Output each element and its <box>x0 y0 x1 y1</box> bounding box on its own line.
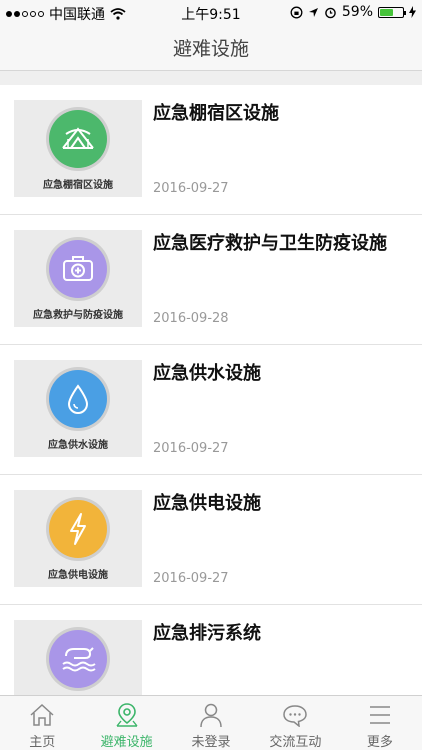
item-thumbnail: 应急救护与防疫设施 <box>14 230 142 327</box>
list-item[interactable]: 应急供电设施 应急供电设施 2016-09-27 <box>0 475 422 605</box>
item-date: 2016-09-27 <box>153 441 229 456</box>
user-icon <box>197 701 225 729</box>
tab-label: 交流互动 <box>269 735 322 750</box>
list-item[interactable]: 应急棚宿区设施 应急棚宿区设施 2016-09-27 <box>0 85 422 215</box>
item-title: 应急排污系统 <box>153 623 261 644</box>
item-date: 2016-09-27 <box>153 571 229 586</box>
navigation-bar: 避难设施 <box>0 24 422 71</box>
alarm-icon <box>325 7 336 18</box>
charging-icon <box>409 6 416 18</box>
item-date: 2016-09-27 <box>153 181 229 196</box>
item-thumbnail <box>14 620 142 695</box>
location-arrow-icon <box>308 7 318 17</box>
tab-label: 避难设施 <box>100 735 153 750</box>
thumbnail-label: 应急供水设施 <box>48 440 108 451</box>
tab-home[interactable]: 主页 <box>0 696 84 750</box>
item-date: 2016-09-28 <box>153 311 229 326</box>
page-title: 避难设施 <box>172 37 249 60</box>
battery-percent: 59% <box>341 4 373 20</box>
medical-kit-icon <box>49 240 107 298</box>
item-thumbnail: 应急供电设施 <box>14 490 142 587</box>
chat-icon <box>281 701 309 729</box>
location-pin-icon <box>113 701 141 729</box>
item-title: 应急棚宿区设施 <box>153 103 279 124</box>
thumbnail-label: 应急供电设施 <box>48 570 108 581</box>
battery-icon <box>378 6 406 18</box>
facility-list: 应急棚宿区设施 应急棚宿区设施 2016-09-27 应急救护与防疫设施 应急医… <box>0 85 422 695</box>
rotation-lock-icon <box>290 6 303 18</box>
list-item[interactable]: 应急供水设施 应急供水设施 2016-09-27 <box>0 345 422 475</box>
sewage-icon <box>49 630 107 688</box>
home-icon <box>28 701 56 729</box>
thumbnail-label: 应急救护与防疫设施 <box>33 310 123 321</box>
item-title: 应急供水设施 <box>153 363 261 384</box>
thumbnail-label: 应急棚宿区设施 <box>43 180 113 191</box>
tab-label: 主页 <box>29 735 56 750</box>
item-title: 应急医疗救护与卫生防疫设施 <box>153 233 387 254</box>
tab-bar: 主页 避难设施 未登录 交流互动 更多 <box>0 695 422 750</box>
tab-shelters[interactable]: 避难设施 <box>84 696 168 750</box>
water-drop-icon <box>49 370 107 428</box>
item-thumbnail: 应急棚宿区设施 <box>14 100 142 197</box>
tab-community[interactable]: 交流互动 <box>253 696 337 750</box>
tent-icon <box>49 110 107 168</box>
menu-icon <box>366 701 394 729</box>
tab-label: 未登录 <box>191 735 231 750</box>
tab-login[interactable]: 未登录 <box>169 696 253 750</box>
list-item[interactable]: 应急救护与防疫设施 应急医疗救护与卫生防疫设施 2016-09-28 <box>0 215 422 345</box>
tab-label: 更多 <box>366 735 393 750</box>
list-top-spacer <box>0 71 422 85</box>
item-title: 应急供电设施 <box>153 493 261 514</box>
tab-more[interactable]: 更多 <box>338 696 422 750</box>
item-thumbnail: 应急供水设施 <box>14 360 142 457</box>
lightning-icon <box>49 500 107 558</box>
list-item[interactable]: 应急排污系统 <box>0 605 422 695</box>
status-right: 59% <box>290 4 416 20</box>
status-bar: 中国联通 上午9:51 59% <box>0 0 422 24</box>
